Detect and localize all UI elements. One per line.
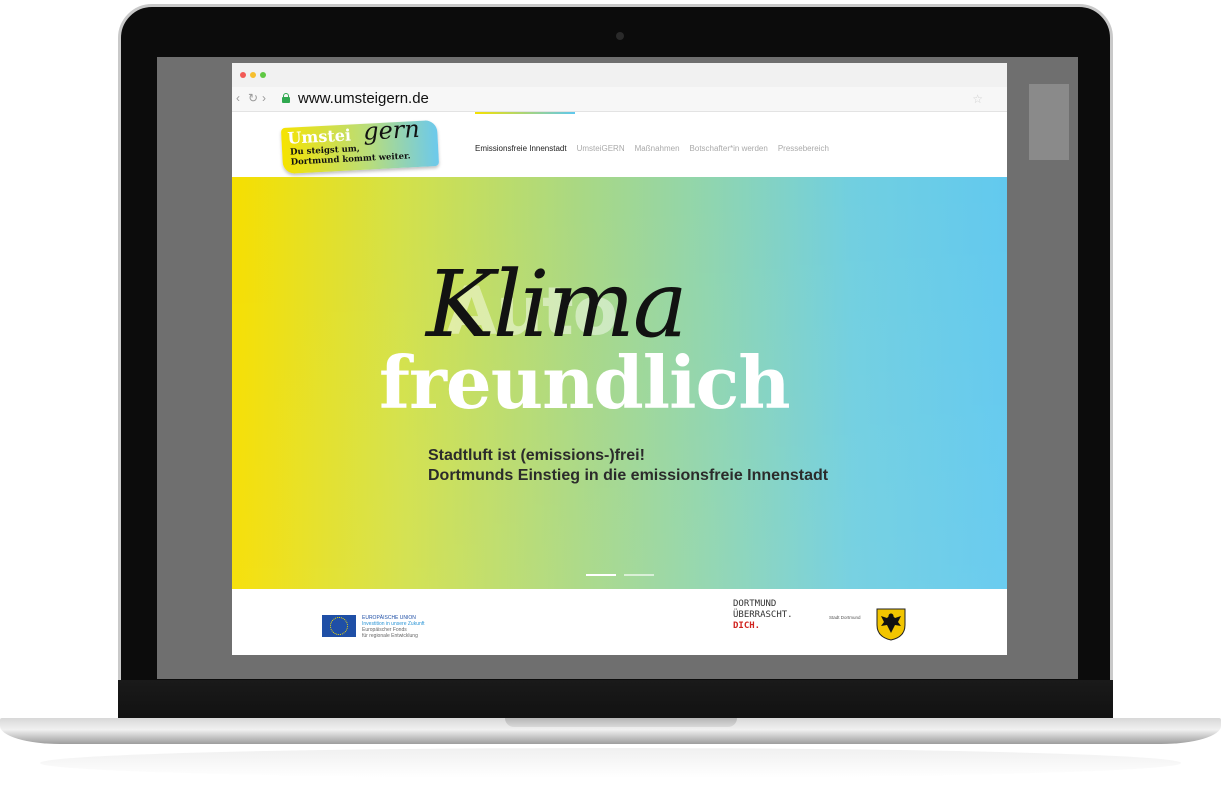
slider-pagination [586,574,654,576]
slide-indicator-2[interactable] [624,574,654,576]
logo-word-script: gern [362,114,421,146]
eu-flag-icon [322,615,356,637]
forward-icon[interactable]: › [262,91,266,105]
eu-stars-icon [330,617,348,635]
hero-headline: freundlich [379,340,791,425]
active-nav-indicator [475,112,575,114]
eu-line-4: für regionale Entwicklung [362,633,418,639]
hero-subtitle-2: Dortmunds Einstieg in die emissionsfreie… [428,467,829,484]
main-navigation: Emissionsfreie Innenstadt UmsteiGERN Maß… [475,144,829,153]
dortmund-logo-line-3: DICH. [733,621,761,631]
nav-item-umsteigern[interactable]: UmsteiGERN [577,144,625,153]
maximize-window-button[interactable] [260,72,266,78]
laptop-shadow [40,748,1181,778]
dortmund-ueberrascht-logo[interactable]: DORTMUND ÜBERRASCHT. DICH. [733,599,793,632]
laptop-hinge-notch [505,718,737,727]
bookmark-star-icon[interactable]: ☆ [972,92,983,106]
site-header: Umstei gern Du steigst um, Dortmund komm… [232,112,1007,177]
browser-titlebar [232,63,1007,87]
hero-subtitle-1: Stadtluft ist (emissions-)frei! [428,447,645,464]
hero-slider: Auto Klima freundlich Stadtluft ist (emi… [232,177,1007,589]
browser-window: ‹ ↻ › www.umsteigern.de ☆ Umstei gern Du… [232,63,1007,655]
nav-item-pressebereich[interactable]: Pressebereich [778,144,829,153]
site-footer: EUROPÄISCHE UNION Investition in unsere … [232,589,1007,655]
dortmund-logo-line-2: ÜBERRASCHT. [733,610,793,620]
address-bar: ‹ ↻ › www.umsteigern.de ☆ [232,87,1007,112]
url-input[interactable]: www.umsteigern.de [298,90,429,107]
stadt-dortmund-label: Stadt Dortmund [829,615,861,620]
close-window-button[interactable] [240,72,246,78]
back-icon[interactable]: ‹ [236,91,240,105]
nav-item-massnahmen[interactable]: Maßnahmen [635,144,680,153]
scrollbar-thumb[interactable] [1029,84,1069,160]
slide-indicator-1[interactable] [586,574,616,576]
dortmund-crest-icon[interactable] [875,607,907,641]
camera-icon [616,32,624,40]
dortmund-logo-line-1: DORTMUND [733,599,777,609]
nav-item-botschafter[interactable]: Botschafter*in werden [690,144,768,153]
minimize-window-button[interactable] [250,72,256,78]
umsteigern-logo[interactable]: Umstei gern Du steigst um, Dortmund komm… [280,115,440,175]
nav-item-emissionsfreie-innenstadt[interactable]: Emissionsfreie Innenstadt [475,144,567,153]
reload-icon[interactable]: ↻ [248,91,258,105]
lock-icon [282,93,290,103]
eu-funding-text: EUROPÄISCHE UNION Investition in unsere … [362,615,425,639]
